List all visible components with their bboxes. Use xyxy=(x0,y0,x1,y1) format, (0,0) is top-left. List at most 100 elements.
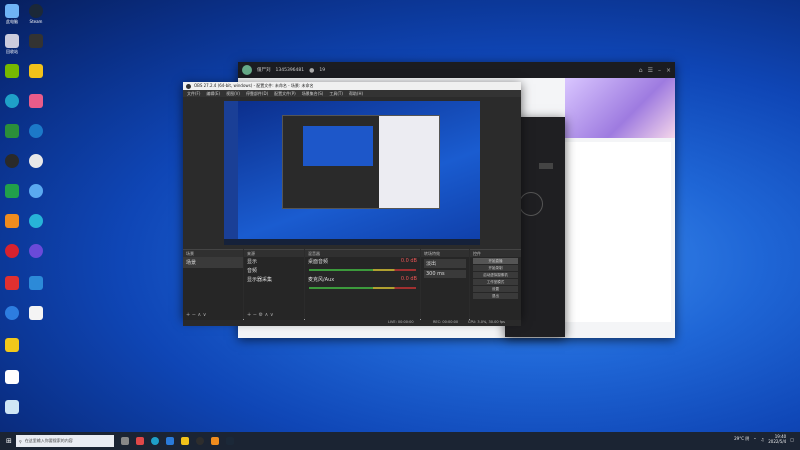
desktop-icon-nvidia[interactable] xyxy=(0,64,24,78)
exit-button[interactable]: 退出 xyxy=(473,293,518,299)
folder-icon[interactable] xyxy=(180,437,189,445)
desktop-icon-steam[interactable]: Steam xyxy=(24,4,48,24)
mixer-track-mic: 麦克风/Aux 0.0 dB xyxy=(308,276,417,283)
desktop-icon-doc[interactable] xyxy=(0,370,24,384)
menu-help[interactable]: 帮助(H) xyxy=(349,91,363,97)
desktop-icon-app[interactable] xyxy=(24,34,48,48)
desktop-icon-pink[interactable] xyxy=(24,94,48,108)
app-icon xyxy=(29,244,43,258)
tool-icon xyxy=(5,400,19,414)
menu-icon[interactable]: ☰ xyxy=(648,67,653,74)
mic-audio-meter[interactable] xyxy=(309,287,416,289)
sources-title: 来源 xyxy=(244,250,304,257)
app-icon xyxy=(5,214,19,228)
nested-preview xyxy=(303,126,373,166)
start-streaming-button[interactable]: 开始直播 xyxy=(473,258,518,264)
obs-menubar: 文件(F) 编辑(E) 视图(V) 停靠部件(D) 配置文件(P) 场景集合(S… xyxy=(183,90,521,97)
clock[interactable]: 19:40 2022/5/4 xyxy=(768,434,786,444)
sources-dock: 来源 显示 音频 显示器采集 + − ⚙ ∧ ∨ xyxy=(244,249,304,320)
obs-window[interactable]: OBS 27.2.4 (64-bit, windows) - 配置文件: 未命名… xyxy=(183,82,521,320)
minimize-icon[interactable]: – xyxy=(658,67,661,74)
windows-start-icon[interactable]: ⊞ xyxy=(6,437,12,445)
game-banner[interactable] xyxy=(565,78,675,138)
app-icon xyxy=(29,124,43,138)
qq-id: 1345396481 xyxy=(275,67,305,73)
obs-statusbar: LIVE: 00:00:00 REC: 00:00:00 CPU: 3.0%, … xyxy=(183,320,521,326)
menu-view[interactable]: 视图(V) xyxy=(226,91,240,97)
virtual-camera-button[interactable]: 启动虚拟摄像机 xyxy=(473,272,518,278)
desktop-icon-yellow2[interactable] xyxy=(0,338,24,352)
obs-title: OBS 27.2.4 (64-bit, windows) - 配置文件: 未命名… xyxy=(194,83,314,88)
desktop-icon-netease[interactable] xyxy=(0,244,24,258)
notification-icon[interactable]: □ xyxy=(790,437,794,442)
app-icon[interactable] xyxy=(135,437,144,445)
taskbar-search[interactable]: ⚲ 在这里输入你要搜索的内容 xyxy=(15,435,114,447)
menu-scene-collection[interactable]: 场景集合(S) xyxy=(302,91,324,97)
mixer-track-desktop: 桌面音频 0.0 dB xyxy=(308,258,417,265)
menu-file[interactable]: 文件(F) xyxy=(187,91,200,97)
desktop-icon-qq[interactable] xyxy=(24,154,48,168)
record-circle-icon[interactable] xyxy=(519,192,543,216)
nested-obs-capture xyxy=(282,115,440,209)
nested-qq-capture xyxy=(379,116,439,208)
desktop-audio-meter[interactable] xyxy=(309,269,416,271)
avatar[interactable] xyxy=(242,65,252,75)
network-icon[interactable]: ⌃ xyxy=(753,437,756,442)
desktop-icon-tencent[interactable] xyxy=(0,306,24,320)
menu-edit[interactable]: 编辑(E) xyxy=(206,91,220,97)
source-item[interactable]: 显示器采集 xyxy=(244,275,304,284)
edge-icon[interactable] xyxy=(150,437,159,445)
desktop-icon-recycle[interactable]: 回收站 xyxy=(0,34,24,54)
app-icon xyxy=(29,184,43,198)
app-icon[interactable] xyxy=(210,437,219,445)
recycle-bin-icon xyxy=(5,34,19,48)
menu-docks[interactable]: 停靠部件(D) xyxy=(246,91,268,97)
menu-profile[interactable]: 配置文件(P) xyxy=(274,91,296,97)
scene-item[interactable]: 场景 xyxy=(183,257,243,268)
task-view-icon[interactable] xyxy=(120,437,129,445)
desktop-icon-chat[interactable] xyxy=(24,214,48,228)
source-item[interactable]: 显示 xyxy=(244,257,304,266)
desktop-icon-green[interactable] xyxy=(0,124,24,138)
desktop-icon-cyan[interactable] xyxy=(24,276,48,290)
source-item[interactable]: 音频 xyxy=(244,266,304,275)
volume-icon[interactable]: ♫ xyxy=(761,437,765,442)
transition-select[interactable]: 淡出 xyxy=(424,259,466,268)
obs-preview-canvas[interactable] xyxy=(224,101,480,245)
desktop-icon-browser[interactable] xyxy=(24,184,48,198)
close-icon[interactable]: × xyxy=(666,67,671,74)
menu-tools[interactable]: 工具(T) xyxy=(329,91,343,97)
edge-icon xyxy=(5,94,19,108)
transition-duration[interactable]: 300 ms xyxy=(424,270,466,278)
settings-button[interactable]: 设置 xyxy=(473,286,518,292)
source-add-remove[interactable]: + − ⚙ ∧ ∨ xyxy=(247,312,274,318)
desktop-icon-game[interactable] xyxy=(0,184,24,198)
panel-button[interactable] xyxy=(539,163,553,169)
desktop-icon-yellow[interactable] xyxy=(24,64,48,78)
search-placeholder: 在这里输入你要搜索的内容 xyxy=(24,438,73,443)
desktop-icon-purple[interactable] xyxy=(24,244,48,258)
start-recording-button[interactable]: 开始录制 xyxy=(473,265,518,271)
desktop-icon-obs[interactable] xyxy=(0,154,24,168)
rec-time: REC: 00:00:00 xyxy=(433,320,459,324)
scene-add-remove[interactable]: + − ∧ ∨ xyxy=(186,312,206,318)
desktop-icon-tool[interactable] xyxy=(0,400,24,414)
home-icon[interactable]: ⌂ xyxy=(639,67,643,74)
steam-icon xyxy=(29,4,43,18)
desktop-icon-blue[interactable] xyxy=(24,124,48,138)
scenes-dock: 场景 场景 + − ∧ ∨ xyxy=(183,249,243,320)
user-icon[interactable]: ● xyxy=(309,67,314,74)
steam-icon[interactable] xyxy=(225,437,234,445)
weather-text[interactable]: 29°C 阴 xyxy=(734,436,749,442)
desktop-icon-computer[interactable]: 此电脑 xyxy=(0,4,24,24)
desktop-icon-edge[interactable] xyxy=(0,94,24,108)
qq-titlebar: 僵尸刘 1345396481 ● 19 ⌂ ☰ – × xyxy=(238,62,675,78)
store-icon[interactable] xyxy=(165,437,174,445)
music-icon xyxy=(5,244,19,258)
studio-mode-button[interactable]: 工作室模式 xyxy=(473,279,518,285)
desktop-icon-file[interactable] xyxy=(24,306,48,320)
obs-icon[interactable] xyxy=(195,437,204,445)
desktop-icon-red[interactable] xyxy=(0,276,24,290)
desktop-icon-orange[interactable] xyxy=(0,214,24,228)
app-icon xyxy=(5,124,19,138)
